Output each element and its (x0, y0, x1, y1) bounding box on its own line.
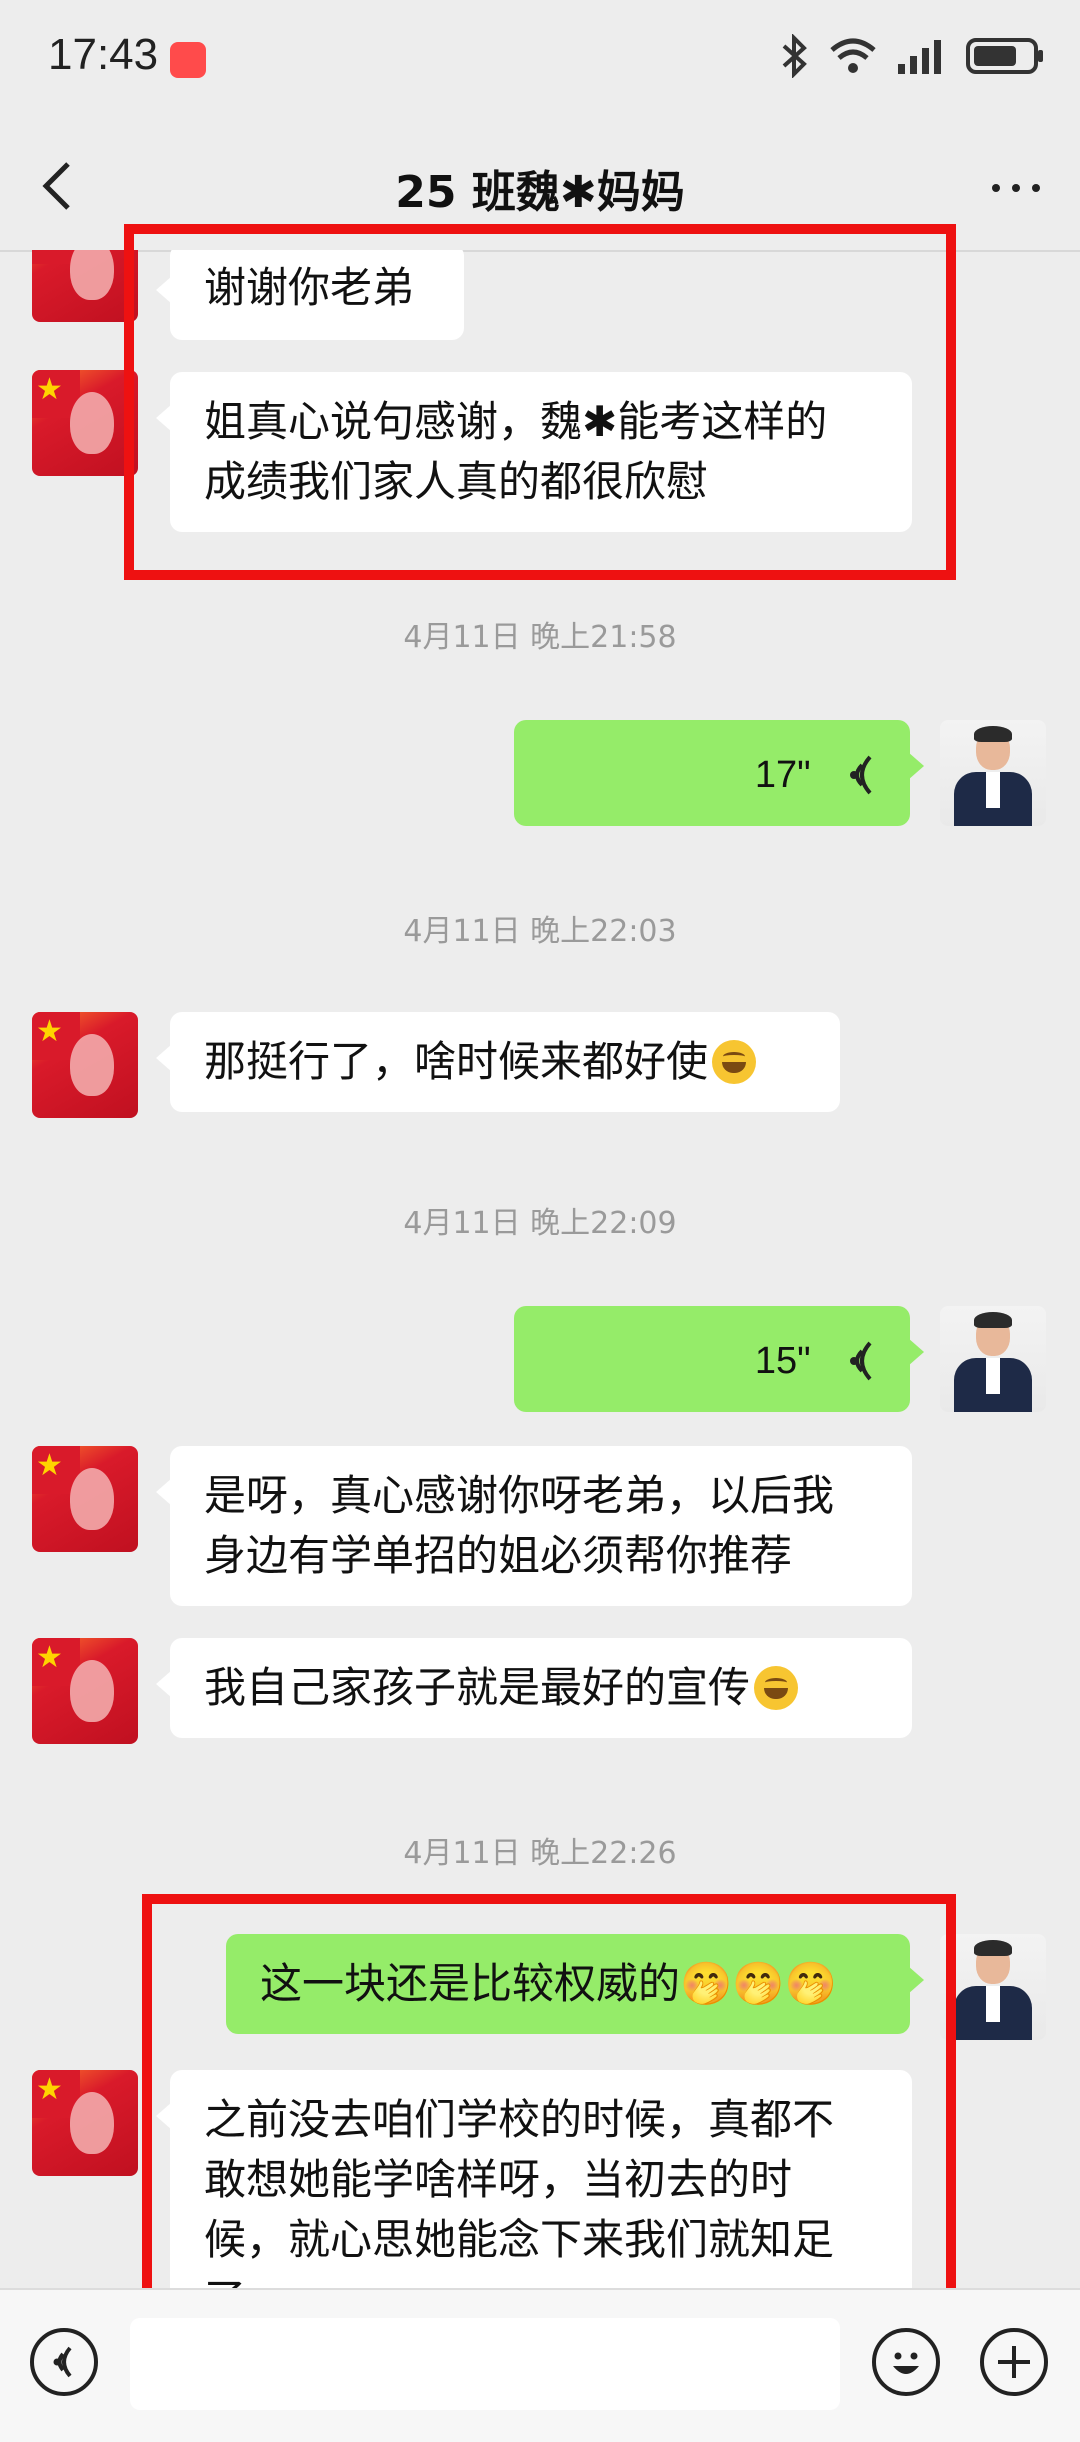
message-text: 谢谢你老弟 (204, 263, 415, 312)
more-icon[interactable] (982, 156, 1052, 216)
chat-message-list[interactable]: 谢谢你老弟 姐真心说句感谢，魏✱能考这样的 成绩我们家人真的都很欣慰 4月11日… (0, 250, 1080, 2288)
message-text-line: 敢想她能学啥样呀，当初去的时 (204, 2155, 793, 2204)
voice-duration: 15" (754, 1339, 811, 1382)
message-bubble[interactable]: 那挺行了，啥时候来都好使 (156, 1012, 840, 1112)
voice-wave-icon (850, 755, 872, 794)
message-timestamp: 4月11日 晚上22:26 (403, 1836, 677, 1871)
contact-avatar[interactable] (32, 370, 138, 476)
message-bubble[interactable]: 之前没去咱们学校的时候，真都不 敢想她能学啥样呀，当初去的时 候，就心思她能念下… (156, 2070, 912, 2288)
message-bubble[interactable]: 姐真心说句感谢，魏✱能考这样的 成绩我们家人真的都很欣慰 (156, 372, 912, 532)
message-bubble[interactable]: 谢谢你老弟 (156, 250, 464, 340)
my-avatar[interactable] (940, 1934, 1046, 2040)
app-notification-icon (170, 42, 206, 78)
message-bubble[interactable]: 是呀，真心感谢你呀老弟，以后我 身边有学单招的姐必须帮你推荐 (156, 1446, 912, 1606)
chat-title: 25 班魏✱妈妈 (395, 167, 685, 218)
message-text-line: 成绩我们家人真的都很欣慰 (204, 457, 709, 506)
message-text-line: 了 (204, 2270, 878, 2288)
voice-message-bubble[interactable]: 17" (514, 720, 924, 826)
message-text: 那挺行了，啥时候来都好使 (204, 1037, 709, 1086)
bluetooth-icon (782, 34, 807, 78)
emoji-icon[interactable] (872, 2328, 940, 2396)
message-input[interactable] (130, 2318, 840, 2410)
message-bubble[interactable]: 我自己家孩子就是最好的宣传 (156, 1638, 912, 1738)
contact-avatar[interactable] (32, 2070, 138, 2176)
message-text: 我自己家孩子就是最好的宣传 (204, 1663, 751, 1712)
voice-message-bubble[interactable]: 15" (514, 1306, 924, 1412)
message-text-line: 身边有学单招的姐必须帮你推荐 (204, 1531, 793, 1580)
sent-message-bubble[interactable]: 这一块还是比较权威的🤭🤭🤭 (226, 1934, 924, 2034)
wifi-icon (830, 38, 876, 73)
message-text-line: 是呀，真心感谢你呀老弟，以后我 (204, 1471, 835, 1520)
message-timestamp: 4月11日 晚上21:58 (403, 620, 677, 655)
voice-duration: 17" (754, 753, 811, 796)
grin-emoji-icon (712, 1040, 757, 1084)
message-timestamp: 4月11日 晚上22:09 (403, 1206, 677, 1241)
voice-input-icon[interactable] (30, 2328, 98, 2396)
my-avatar[interactable] (940, 1306, 1046, 1412)
voice-wave-icon (850, 1341, 872, 1380)
status-time: 17:43 (48, 30, 159, 79)
message-text: 这一块还是比较权威的🤭🤭🤭 (260, 1959, 837, 2008)
contact-avatar[interactable] (32, 1446, 138, 1552)
message-text-line: 姐真心说句感谢，魏✱能考这样的 (204, 397, 828, 446)
contact-avatar[interactable] (32, 1638, 138, 1744)
battery-icon (966, 38, 1043, 74)
status-icons (780, 34, 1046, 78)
message-text-line: 之前没去咱们学校的时候，真都不 (204, 2095, 835, 2144)
message-text-line: 候，就心思她能念下来我们就知足 (204, 2215, 835, 2264)
grin-emoji-icon (754, 1666, 799, 1710)
plus-icon[interactable] (980, 2328, 1048, 2396)
chat-header: 25 班魏✱妈妈 (0, 120, 1080, 250)
contact-avatar[interactable] (32, 250, 138, 322)
contact-avatar[interactable] (32, 1012, 138, 1118)
input-bar (0, 2288, 1080, 2442)
message-timestamp: 4月11日 晚上22:03 (403, 914, 677, 949)
signal-icon (898, 40, 941, 74)
status-bar: 17:43 (0, 0, 1080, 120)
my-avatar[interactable] (940, 720, 1046, 826)
